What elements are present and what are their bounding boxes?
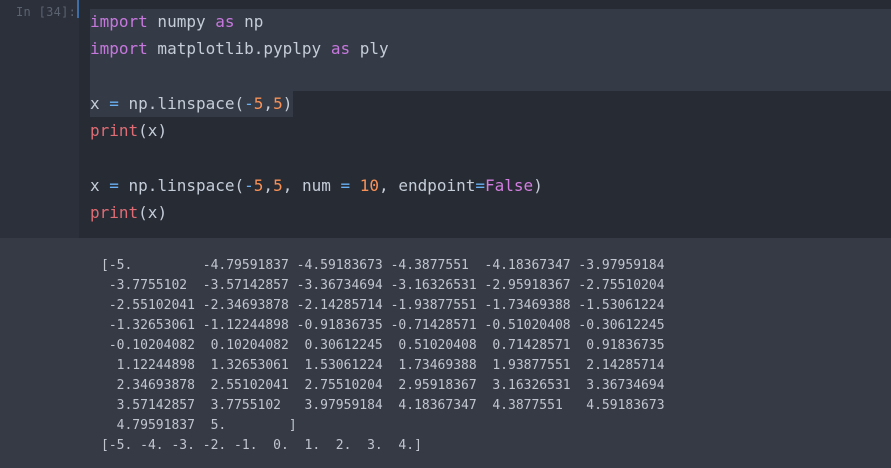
code-text: , [263, 94, 274, 113]
number: 5 [253, 176, 264, 195]
output-line: -2.55102041 -2.34693878 -2.14285714 -1.9… [101, 298, 665, 313]
number: 5 [273, 176, 283, 195]
code-line-4[interactable]: x = np.linspace(-5,5) [90, 90, 292, 117]
code-line-8[interactable]: print(x) [90, 199, 167, 226]
number: 10 [359, 176, 380, 195]
code-line-5[interactable]: print(x) [90, 117, 167, 144]
function-name: print [90, 203, 139, 222]
code-text: (x) [138, 203, 168, 222]
code-text: , endpoint [379, 176, 476, 195]
output-line: 4.79591837 5. ] [101, 418, 297, 433]
number: 5 [253, 94, 264, 113]
keyword: as [215, 12, 235, 31]
notebook: In [34]: import numpy as np import matpl… [0, 0, 891, 468]
output-line: -0.10204082 0.10204082 0.30612245 0.5102… [101, 338, 665, 353]
output-line: [-5. -4. -3. -2. -1. 0. 1. 2. 3. 4.] [101, 438, 422, 453]
output-line: 1.12244898 1.32653061 1.53061224 1.73469… [101, 358, 665, 373]
operator: = [475, 176, 486, 195]
code-text: ) [533, 176, 543, 195]
code-text: matplotlib.pyplpy [147, 39, 331, 58]
output-line: [-5. -4.79591837 -4.59183673 -4.3877551 … [101, 258, 665, 273]
keyword: as [330, 39, 351, 58]
code-text: ply [350, 39, 389, 58]
code-text: , [263, 176, 274, 195]
code-text: , num [282, 176, 341, 195]
code-line-2[interactable]: import matplotlib.pyplpy as ply [90, 35, 389, 62]
code-text: numpy [147, 12, 216, 31]
operator: = [340, 176, 351, 195]
code-text: np.linspace( [118, 94, 245, 113]
output-line: 2.34693878 2.55102041 2.75510204 2.95918… [101, 378, 665, 393]
operator: = [109, 94, 119, 113]
output-line: -1.32653061 -1.12244898 -0.91836735 -0.7… [101, 318, 665, 333]
cell-output: [-5. -4.79591837 -4.59183673 -4.3877551 … [0, 238, 891, 468]
boolean: False [485, 176, 534, 195]
code-text: np.linspace( [118, 176, 245, 195]
keyword: import [90, 39, 148, 58]
output-line: 3.57142857 3.7755102 3.97959184 4.183673… [101, 398, 665, 413]
code-line-7[interactable]: x = np.linspace(-5,5, num = 10, endpoint… [90, 172, 543, 199]
code-line-1[interactable]: import numpy as np [90, 8, 263, 35]
number: 5 [273, 94, 283, 113]
function-name: print [90, 121, 139, 140]
operator: = [109, 176, 119, 195]
code-text: (x) [138, 121, 168, 140]
keyword: import [90, 12, 148, 31]
code-text: np [234, 12, 264, 31]
code-text: x [90, 176, 110, 195]
code-text: ) [282, 94, 293, 113]
operator: - [244, 94, 254, 113]
code-cell[interactable]: In [34]: import numpy as np import matpl… [0, 0, 891, 238]
active-cell-indicator [77, 0, 79, 18]
output-line: -3.7755102 -3.57142857 -3.36734694 -3.16… [101, 278, 665, 293]
code-text: x [90, 94, 110, 113]
operator: - [244, 176, 254, 195]
cell-prompt: In [34]: [16, 5, 77, 19]
